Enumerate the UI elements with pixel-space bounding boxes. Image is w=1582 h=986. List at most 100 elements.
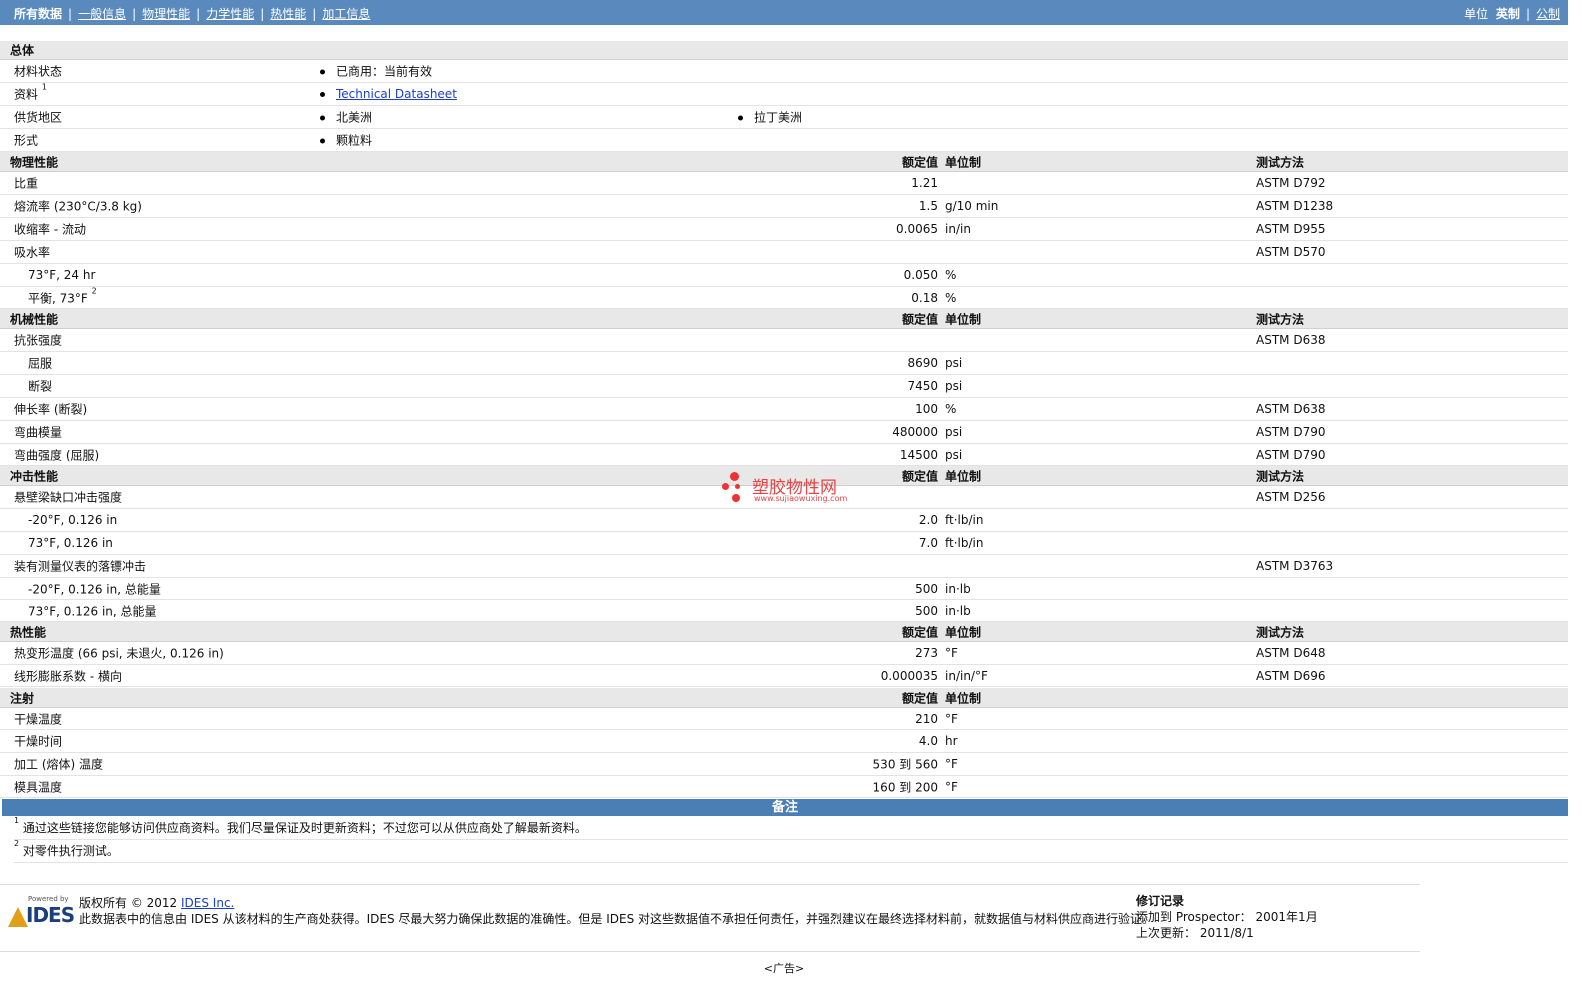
property-value: 7.0 (918, 536, 938, 550)
header-unit: 单位制 (945, 691, 982, 705)
section-header-mechanical: 机械性能 额定值 单位制 测试方法 (0, 309, 1568, 329)
property-label: 加工 (熔体) 温度 (14, 757, 103, 772)
unit-metric-link[interactable]: 公制 (1536, 7, 1560, 21)
property-unit: psi (945, 425, 963, 439)
header-value: 额定值 (901, 625, 938, 639)
triangle-icon (8, 907, 28, 927)
property-unit: psi (945, 447, 963, 462)
test-method: ASTM D3763 (1256, 559, 1334, 573)
section-title: 冲击性能 (10, 469, 59, 483)
property-row: -20°F, 0.126 in 2.0 ft·lb/in (0, 509, 1568, 532)
property-row: 装有测量仪表的落镖冲击 ASTM D3763 (0, 555, 1568, 578)
property-row: 屈服 8690 psi (0, 352, 1568, 375)
section-header-physical: 物理性能 额定值 单位制 测试方法 (0, 152, 1568, 172)
technical-datasheet-link[interactable]: Technical Datasheet (336, 87, 457, 101)
header-method: 测试方法 (1256, 312, 1305, 326)
region-value-2: 拉丁美洲 (738, 109, 802, 126)
property-label: 伸长率 (断裂) (14, 402, 88, 417)
property-unit: ft·lb/in (945, 536, 984, 550)
property-unit: % (945, 290, 957, 305)
test-method: ASTM D1238 (1256, 199, 1334, 213)
updated-label: 上次更新： (1136, 926, 1197, 940)
footer-text: 版权所有 © 2012 IDES Inc. 此数据表中的信息由 IDES 从该材… (79, 895, 1154, 927)
property-row: 73°F, 0.126 in, 总能量 500 in·lb (0, 600, 1568, 622)
property-value: 0.000035 (880, 668, 938, 683)
property-row: 线形膨胀系数 - 横向 0.000035 in/in/°F ASTM D696 (0, 665, 1568, 687)
property-label: 悬壁梁缺口冲击强度 (14, 490, 123, 505)
row-label: 形式 (14, 133, 39, 148)
property-value: 480000 (892, 425, 938, 439)
property-row: 73°F, 24 hr 0.050% (0, 264, 1568, 287)
property-label: 干燥时间 (14, 734, 63, 749)
revision-title: 修订记录 (1136, 894, 1185, 908)
property-row: 干燥时间 4.0 hr (0, 730, 1568, 753)
property-value: 7450 (907, 379, 938, 393)
section-title: 注射 (10, 691, 35, 705)
unit-label: 单位 (1464, 7, 1489, 21)
source-value: Technical Datasheet (320, 87, 457, 101)
header-method: 测试方法 (1256, 469, 1305, 483)
nav-physical[interactable]: 物理性能 (142, 7, 190, 21)
row-source: 资料 1 Technical Datasheet (0, 83, 1568, 106)
nav-processing[interactable]: 加工信息 (322, 7, 370, 21)
property-value: 1.21 (911, 176, 938, 190)
copyright: 版权所有 © 2012 (79, 896, 178, 910)
row-label: 材料状态 (14, 64, 63, 79)
property-label: 热变形温度 (66 psi, 未退火, 0.126 in) (14, 646, 224, 661)
row-label: 供货地区 (14, 110, 63, 125)
property-label: 线形膨胀系数 - 横向 (14, 669, 122, 683)
test-method: ASTM D256 (1256, 490, 1326, 504)
property-row: 弯曲模量 480000 psi ASTM D790 (0, 421, 1568, 444)
nav-mechanical[interactable]: 力学性能 (206, 7, 254, 21)
company-link[interactable]: IDES Inc. (181, 896, 234, 910)
note-2: 2 对零件执行测试。 (14, 839, 1568, 863)
section-header-general: 总体 (0, 41, 1568, 60)
property-value: 8690 (907, 356, 938, 370)
header-value: 额定值 (901, 312, 938, 326)
property-row: 伸长率 (断裂) 100% ASTM D638 (0, 398, 1568, 421)
property-label: 73°F, 0.126 in, 总能量 (28, 604, 157, 618)
property-label: 断裂 (28, 379, 53, 394)
header-method: 测试方法 (1256, 625, 1305, 639)
test-method: ASTM D570 (1256, 245, 1326, 259)
ides-logo: Powered by IDES (8, 895, 75, 931)
property-unit: °F (945, 646, 958, 660)
property-value: 530 到 560 (872, 757, 938, 772)
header-method: 测试方法 (1256, 155, 1305, 169)
revision-history: 修订记录 添加到 Prospector： 2001年1月 上次更新： 2011/… (1136, 893, 1318, 941)
header-unit: 单位制 (945, 469, 982, 483)
header-unit: 单位制 (945, 312, 982, 326)
property-row: 比重 1.21 ASTM D792 (0, 172, 1568, 195)
section-nav: 所有数据 | 一般信息 | 物理性能 | 力学性能 | 热性能 | 加工信息 (14, 7, 371, 21)
added-value: 2001年1月 (1255, 910, 1318, 924)
property-label: 弯曲强度 (屈服) (14, 448, 100, 462)
property-value: 2.0 (918, 513, 938, 527)
nav-general-info[interactable]: 一般信息 (78, 7, 126, 21)
section-title: 机械性能 (10, 312, 59, 326)
property-label: -20°F, 0.126 in, 总能量 (28, 582, 161, 596)
property-unit: in/in (945, 222, 971, 236)
property-unit: % (945, 402, 957, 416)
section-header-thermal: 热性能 额定值 单位制 测试方法 (0, 622, 1568, 642)
nav-thermal[interactable]: 热性能 (270, 7, 306, 21)
nav-all-data[interactable]: 所有数据 (14, 7, 62, 21)
property-value: 100 (915, 402, 938, 416)
unit-imperial[interactable]: 英制 (1496, 7, 1520, 21)
property-value: 0.18 (911, 290, 938, 305)
property-label: 干燥温度 (14, 712, 63, 726)
property-label: 收缩率 - 流动 (14, 222, 86, 237)
property-label: 屈服 (28, 356, 53, 371)
property-row: -20°F, 0.126 in, 总能量 500 in·lb (0, 578, 1568, 600)
section-header-injection: 注射 额定值 单位制 (0, 688, 1568, 708)
test-method: ASTM D792 (1256, 176, 1326, 190)
property-value: 1.5 (918, 199, 938, 213)
property-row: 收缩率 - 流动 0.0065 in/in ASTM D955 (0, 218, 1568, 241)
property-label: 弯曲模量 (14, 425, 63, 440)
property-unit: in·lb (945, 603, 971, 618)
property-label: 熔流率 (230°C/3.8 kg) (14, 199, 142, 214)
property-value: 4.0 (918, 734, 938, 748)
property-label: -20°F, 0.126 in (28, 513, 118, 527)
test-method: ASTM D638 (1256, 333, 1326, 347)
footer: Powered by IDES 版权所有 © 2012 IDES Inc. 此数… (0, 884, 1420, 952)
property-unit: °F (945, 757, 958, 771)
